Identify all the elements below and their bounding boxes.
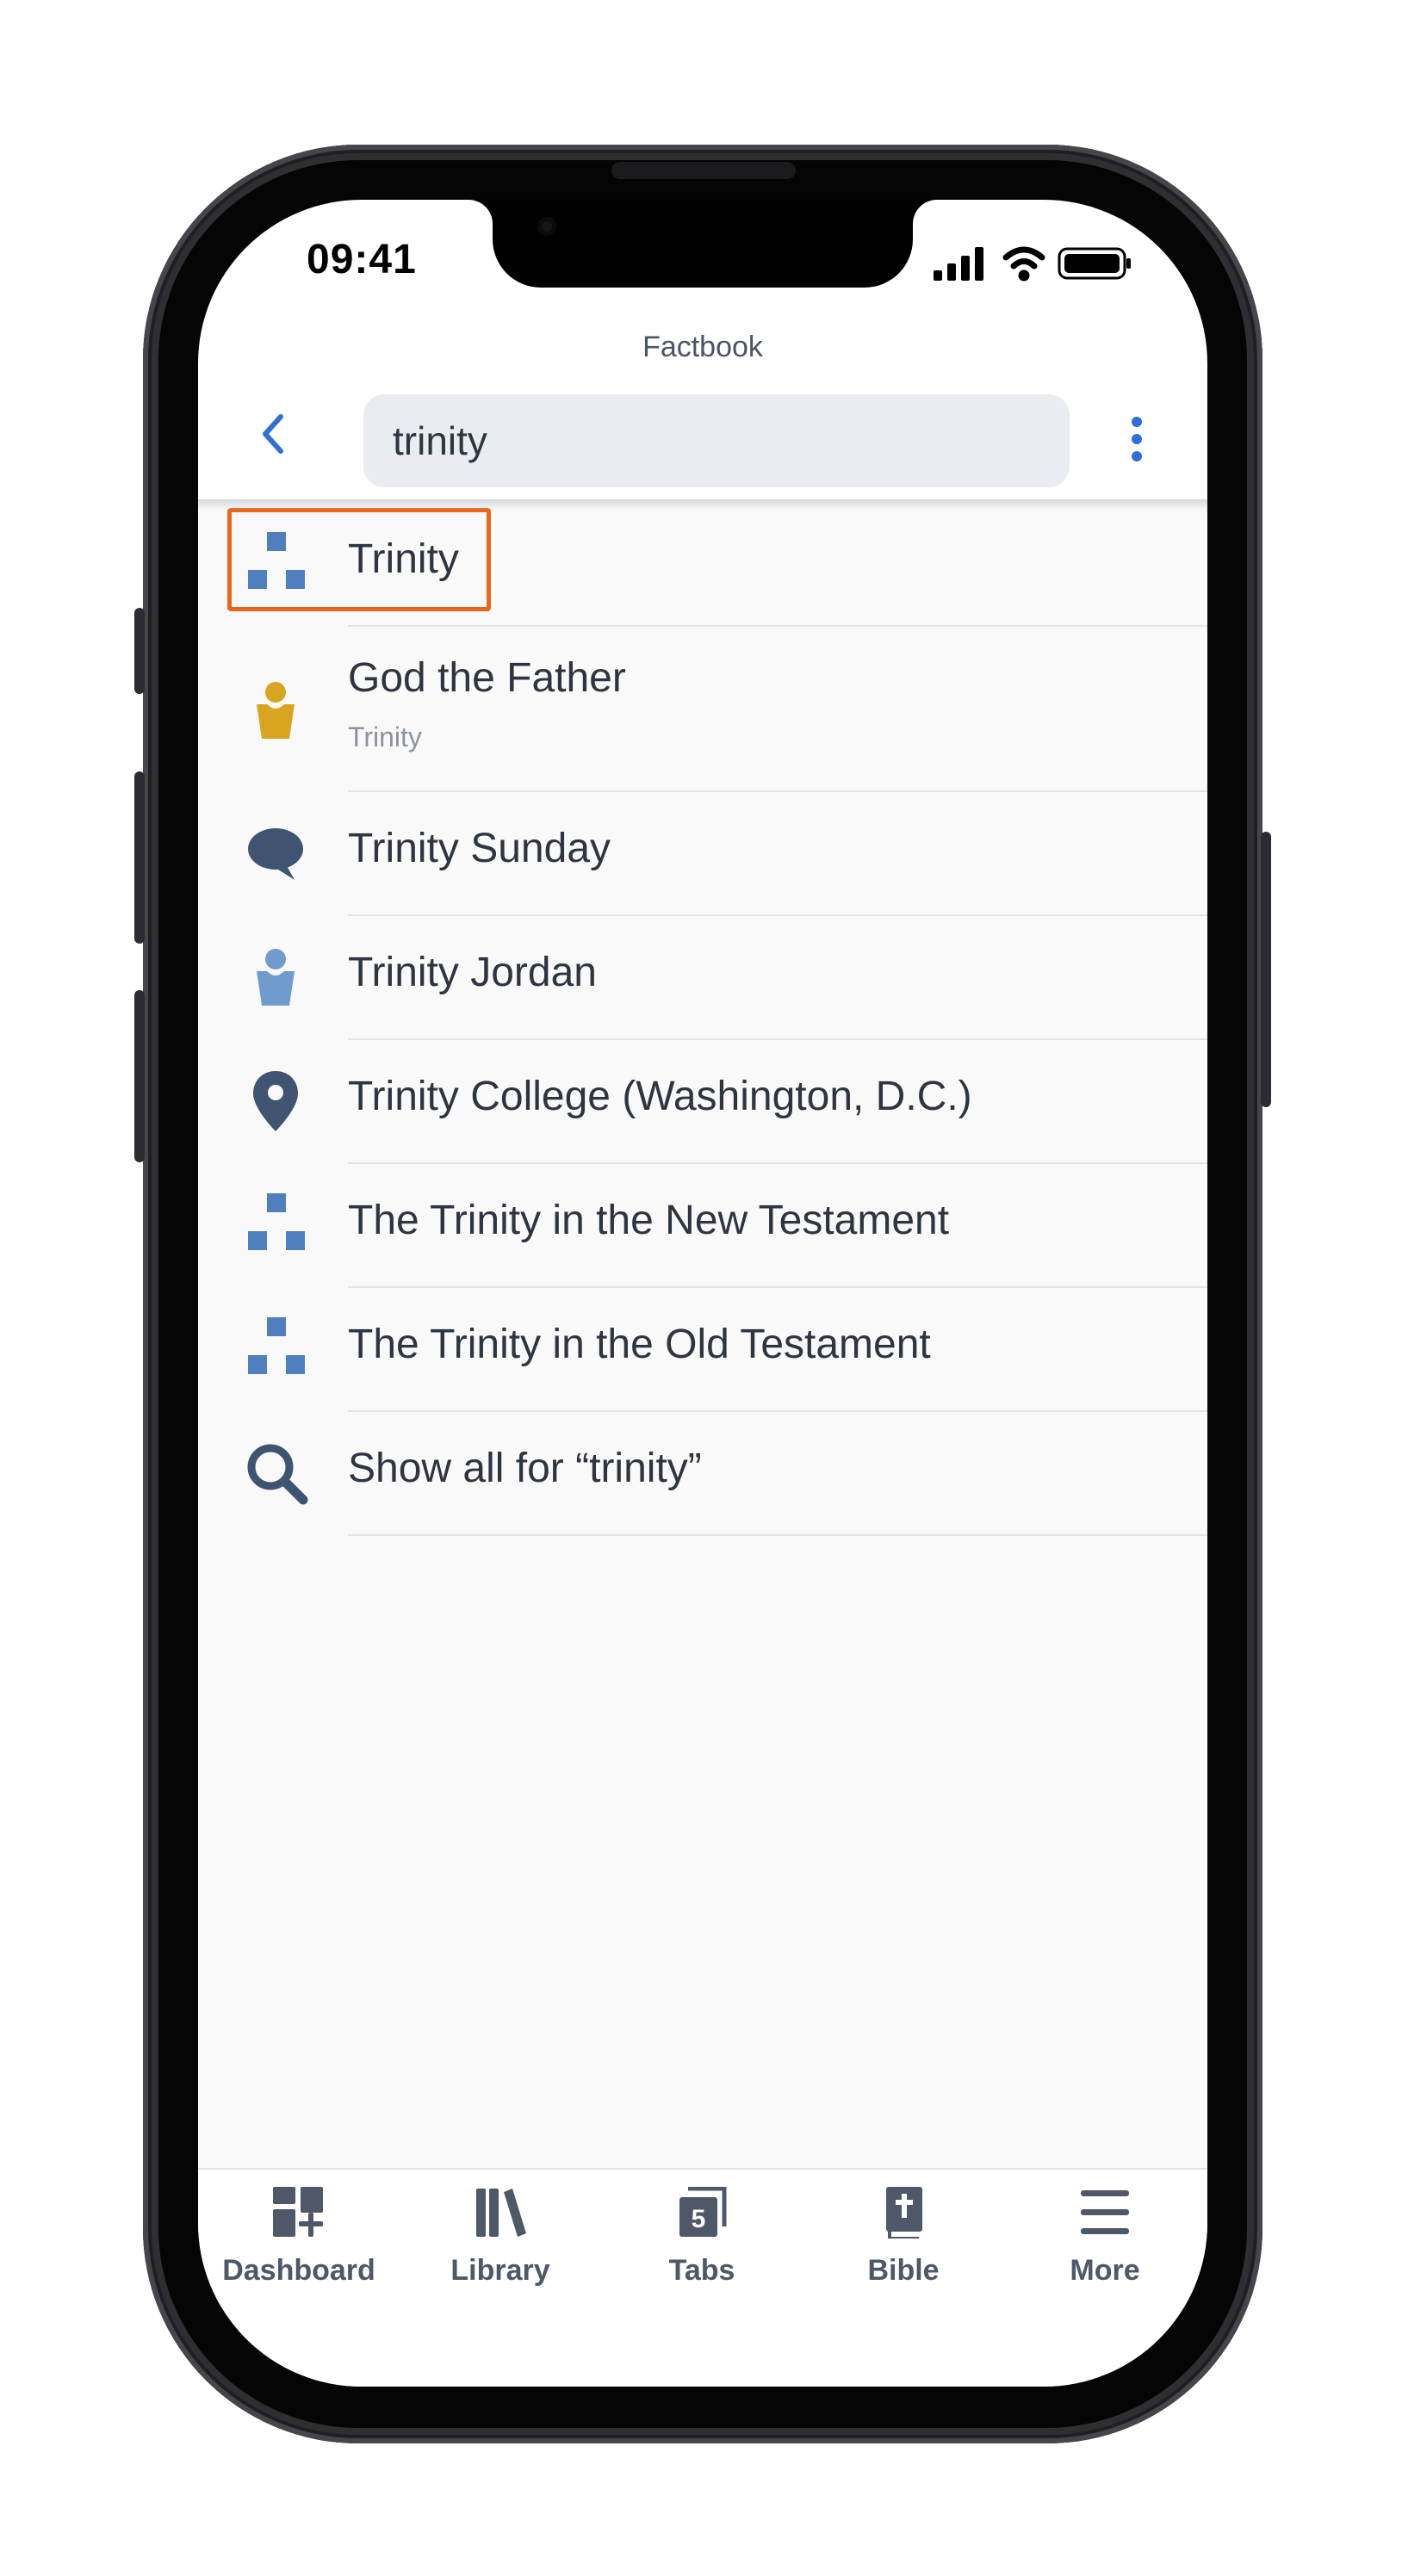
list-item-title: Show all for “trinity” — [348, 1446, 702, 1491]
tab-tabs[interactable]: 5 Tabs — [601, 2170, 803, 2316]
speech-bubble-icon — [241, 818, 310, 887]
notch — [493, 200, 913, 288]
kebab-menu-icon — [1132, 417, 1142, 461]
show-all-results[interactable]: Show all for “trinity” — [198, 1412, 1207, 1536]
list-item[interactable]: The Trinity in the New Testament — [198, 1164, 1207, 1288]
bible-icon — [878, 2187, 929, 2240]
page-title: Factbook — [642, 331, 763, 363]
list-item[interactable]: Trinity Sunday — [198, 792, 1207, 916]
topic-blocks-icon — [241, 529, 310, 598]
results-list: Trinity God the Father Trinity Trinity S… — [198, 503, 1207, 2168]
list-item-title: God the Father — [348, 655, 626, 701]
topic-blocks-icon — [241, 1190, 310, 1259]
list-item[interactable]: The Trinity in the Old Testament — [198, 1288, 1207, 1412]
location-pin-icon — [241, 1066, 310, 1135]
search-input[interactable]: trinity — [363, 394, 1070, 487]
hamburger-menu-icon — [1079, 2187, 1131, 2239]
tabs-count-badge: 5 — [692, 2205, 706, 2233]
list-item[interactable]: Trinity — [198, 503, 1207, 627]
back-button[interactable] — [250, 408, 301, 460]
tab-label: More — [1070, 2254, 1140, 2287]
cellular-signal-icon — [934, 247, 983, 281]
status-icons — [934, 245, 1132, 282]
list-item[interactable]: Trinity Jordan — [198, 916, 1207, 1040]
tabs-icon: 5 — [676, 2186, 728, 2239]
list-item-subtitle: Trinity — [348, 721, 422, 752]
status-time: 09:41 — [307, 237, 417, 282]
bottom-tab-bar: Dashboard Library 5 Tabs Bible More — [198, 2168, 1207, 2387]
library-icon — [475, 2187, 526, 2239]
wifi-icon — [1002, 246, 1045, 282]
list-item[interactable]: Trinity College (Washington, D.C.) — [198, 1040, 1207, 1164]
header-shadow — [198, 499, 1207, 510]
volume-down-button — [134, 990, 145, 1162]
person-blue-icon — [241, 942, 310, 1011]
tab-bible[interactable]: Bible — [803, 2170, 1004, 2316]
battery-icon — [1058, 247, 1131, 280]
more-options-button[interactable] — [1120, 413, 1154, 465]
screen: 09:41 Factbook trinity Trinity God the F… — [198, 200, 1207, 2387]
chevron-left-icon — [263, 414, 283, 454]
topic-blocks-icon — [241, 1314, 310, 1383]
front-camera — [537, 217, 556, 236]
list-item-title: The Trinity in the New Testament — [348, 1198, 950, 1243]
list-item-title: The Trinity in the Old Testament — [348, 1322, 931, 1367]
tab-more[interactable]: More — [1004, 2170, 1206, 2316]
tab-label: Bible — [867, 2254, 940, 2287]
earpiece-speaker — [611, 162, 796, 179]
power-button — [1261, 832, 1271, 1107]
tab-label: Tabs — [668, 2254, 735, 2287]
action-button — [134, 608, 145, 694]
tab-label: Library — [450, 2254, 550, 2287]
tab-dashboard[interactable]: Dashboard — [198, 2170, 400, 2316]
notch-corner-left — [468, 200, 493, 224]
list-item-title: Trinity Jordan — [348, 950, 597, 995]
list-item-title: Trinity — [348, 536, 459, 582]
list-item-title: Trinity College (Washington, D.C.) — [348, 1074, 972, 1119]
dashboard-icon — [273, 2187, 325, 2239]
search-icon — [241, 1438, 310, 1507]
list-item[interactable]: God the Father Trinity — [198, 627, 1207, 792]
tab-label: Dashboard — [222, 2254, 375, 2287]
person-gold-icon — [241, 675, 310, 744]
list-item-title: Trinity Sunday — [348, 826, 611, 871]
divider — [348, 1534, 1207, 1536]
tab-library[interactable]: Library — [400, 2170, 601, 2316]
volume-up-button — [134, 771, 145, 944]
notch-corner-right — [913, 200, 937, 224]
